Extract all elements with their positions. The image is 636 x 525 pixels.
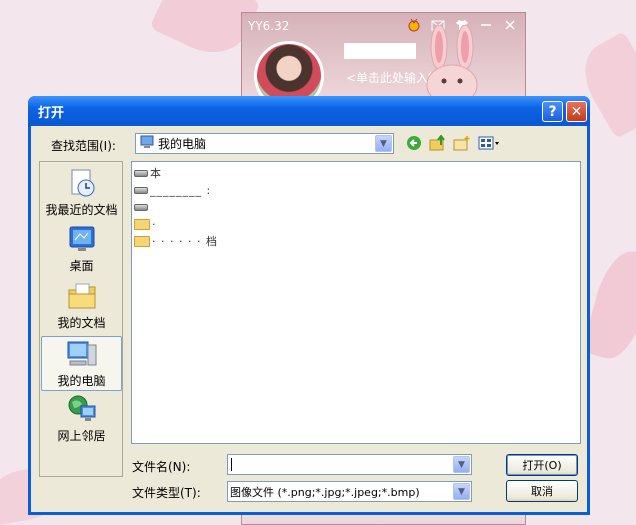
list-item-name: · · · · · · 档 [152, 235, 218, 248]
list-item-name: ________ : [150, 183, 212, 197]
look-in-value: 我的电脑 [158, 137, 207, 151]
place-my-computer[interactable]: 我的电脑 [41, 336, 122, 391]
close-icon[interactable] [501, 16, 519, 34]
filetype-dropdown[interactable]: 图像文件 (*.png;*.jpg;*.jpeg;*.bmp) ▼ [227, 481, 472, 502]
cancel-button[interactable]: 取消 [506, 480, 578, 502]
my-computer-small-icon [140, 135, 154, 152]
place-label: 桌面 [69, 259, 94, 273]
back-icon[interactable] [405, 134, 423, 152]
dialog-close-button[interactable]: ✕ [566, 101, 587, 122]
place-label: 我最近的文档 [45, 203, 118, 217]
place-label: 网上邻居 [57, 429, 106, 443]
place-network[interactable]: 网上邻居 [41, 392, 122, 447]
yy-title: YY6.32 [248, 19, 290, 33]
new-folder-icon[interactable] [453, 134, 471, 152]
text-caret [231, 458, 232, 471]
list-item-folder[interactable]: · · · · · · 档 [134, 234, 218, 248]
folder-icon [134, 218, 150, 230]
filename-input[interactable]: ▼ [227, 454, 472, 475]
list-item-drive[interactable]: 本 [134, 166, 162, 180]
place-recent-documents[interactable]: 我最近的文档 [41, 166, 122, 221]
places-bar: 我最近的文档 桌面 我的文档 我的电脑 网上邻居 [39, 161, 123, 477]
place-desktop[interactable]: 桌面 [41, 222, 122, 277]
file-list[interactable]: 本 ________ : · · · · · · · 档 [131, 161, 581, 444]
list-item-drive[interactable] [134, 200, 150, 214]
drive-icon [134, 203, 148, 211]
list-item-folder[interactable]: · [134, 217, 157, 231]
list-item-name: · [152, 217, 157, 231]
filetype-label: 文件类型(T): [132, 486, 201, 500]
chevron-down-icon[interactable]: ▼ [453, 483, 470, 500]
bunny-mascot-image [426, 25, 478, 103]
my-documents-icon [66, 281, 98, 311]
place-my-documents[interactable]: 我的文档 [41, 279, 122, 334]
help-button[interactable]: ? [542, 101, 563, 122]
list-item-name: 本 [150, 167, 162, 180]
dialog-title: 打开 [38, 105, 65, 121]
desktop-icon [66, 224, 98, 254]
my-computer-icon [66, 339, 98, 369]
place-label: 我的文档 [57, 316, 106, 330]
open-button[interactable]: 打开(O) [506, 454, 578, 476]
open-file-dialog: 打开 ? ✕ 查找范围(I): 我的电脑 ▼ 我最近的文档 桌面 我的文档 我的… [28, 96, 590, 515]
filetype-value: 图像文件 (*.png;*.jpg;*.jpeg;*.bmp) [230, 486, 420, 499]
chevron-down-icon[interactable]: ▼ [375, 135, 392, 152]
network-places-icon [66, 394, 98, 424]
drive-icon [134, 169, 148, 177]
list-item-drive[interactable]: ________ : [134, 183, 211, 197]
dialog-toolbar [405, 134, 501, 152]
up-folder-icon[interactable] [429, 134, 447, 152]
chevron-down-icon[interactable]: ▼ [453, 456, 470, 473]
recent-documents-icon [66, 168, 98, 198]
view-menu-icon[interactable] [477, 134, 501, 152]
username-redacted [344, 43, 416, 59]
folder-icon [134, 235, 150, 247]
dialog-body: 查找范围(I): 我的电脑 ▼ 我最近的文档 桌面 我的文档 我的电脑 网上邻居… [31, 126, 587, 512]
filename-label: 文件名(N): [132, 460, 191, 474]
dialog-titlebar[interactable]: 打开 ? ✕ [28, 96, 590, 126]
look-in-label: 查找范围(I): [51, 139, 116, 153]
look-in-dropdown[interactable]: 我的电脑 ▼ [135, 133, 394, 154]
place-label: 我的电脑 [57, 374, 106, 388]
drive-icon [134, 186, 148, 194]
